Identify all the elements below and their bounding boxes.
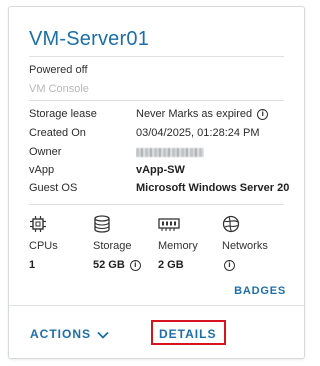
owner-value-redacted (136, 146, 204, 160)
status-divider (29, 100, 284, 101)
details-button[interactable]: DETAILS (159, 327, 216, 341)
networks-resource: Networks i (222, 215, 286, 271)
vm-name-title[interactable]: VM-Server01 (29, 28, 149, 51)
created-on-value: 03/04/2025, 01:28:24 PM (136, 127, 260, 139)
info-icon[interactable]: i (129, 259, 141, 271)
storage-value-wrap: 52 GB i (93, 259, 141, 271)
memory-icon (158, 218, 180, 231)
memory-value: 2 GB (158, 259, 184, 271)
memory-label: Memory (158, 240, 198, 252)
vm-console-link: VM Console (29, 83, 89, 95)
storage-lease-label: Storage lease (29, 108, 97, 120)
title-divider (29, 56, 284, 57)
storage-lease-value-wrap: Never Marks as expired i (136, 108, 269, 120)
cpus-resource: CPUs 1 (29, 215, 93, 271)
vapp-value[interactable]: vApp-SW (136, 164, 185, 176)
badges-link[interactable]: BADGES (234, 285, 286, 297)
network-icon (222, 215, 240, 233)
guest-os-row: Guest OS Microsoft Windows Server 201... (29, 182, 289, 198)
storage-resource: Storage 52 GB i (93, 215, 157, 271)
memory-resource: Memory 2 GB (158, 215, 222, 271)
info-divider (29, 204, 284, 205)
created-on-label: Created On (29, 127, 86, 139)
actions-label: ACTIONS (30, 327, 91, 341)
redacted-owner (136, 148, 204, 157)
vm-card: VM-Server01 Powered off VM Console Stora… (8, 6, 305, 359)
cpu-icon (30, 216, 46, 232)
cpus-value: 1 (29, 259, 36, 271)
actions-dropdown[interactable]: ACTIONS (30, 327, 109, 341)
networks-value-wrap: i (222, 259, 235, 271)
storage-label: Storage (93, 240, 132, 252)
owner-label: Owner (29, 146, 62, 158)
storage-lease-row: Storage lease Never Marks as expired i (29, 108, 289, 124)
storage-icon (94, 215, 110, 233)
guest-os-label: Guest OS (29, 182, 78, 194)
storage-value: 52 GB (93, 259, 125, 271)
vapp-row: vApp vApp-SW (29, 164, 289, 180)
chevron-down-icon (97, 331, 109, 339)
cpus-label: CPUs (29, 240, 58, 252)
owner-row: Owner (29, 146, 289, 162)
info-icon[interactable]: i (224, 259, 235, 271)
power-status: Powered off (29, 64, 88, 76)
vapp-label: vApp (29, 164, 55, 176)
networks-label: Networks (222, 240, 268, 252)
created-on-row: Created On 03/04/2025, 01:28:24 PM (29, 127, 289, 143)
guest-os-value: Microsoft Windows Server 201... (136, 182, 289, 194)
footer-divider (9, 305, 304, 306)
info-icon[interactable]: i (257, 108, 269, 120)
storage-lease-value: Never Marks as expired (136, 108, 253, 120)
